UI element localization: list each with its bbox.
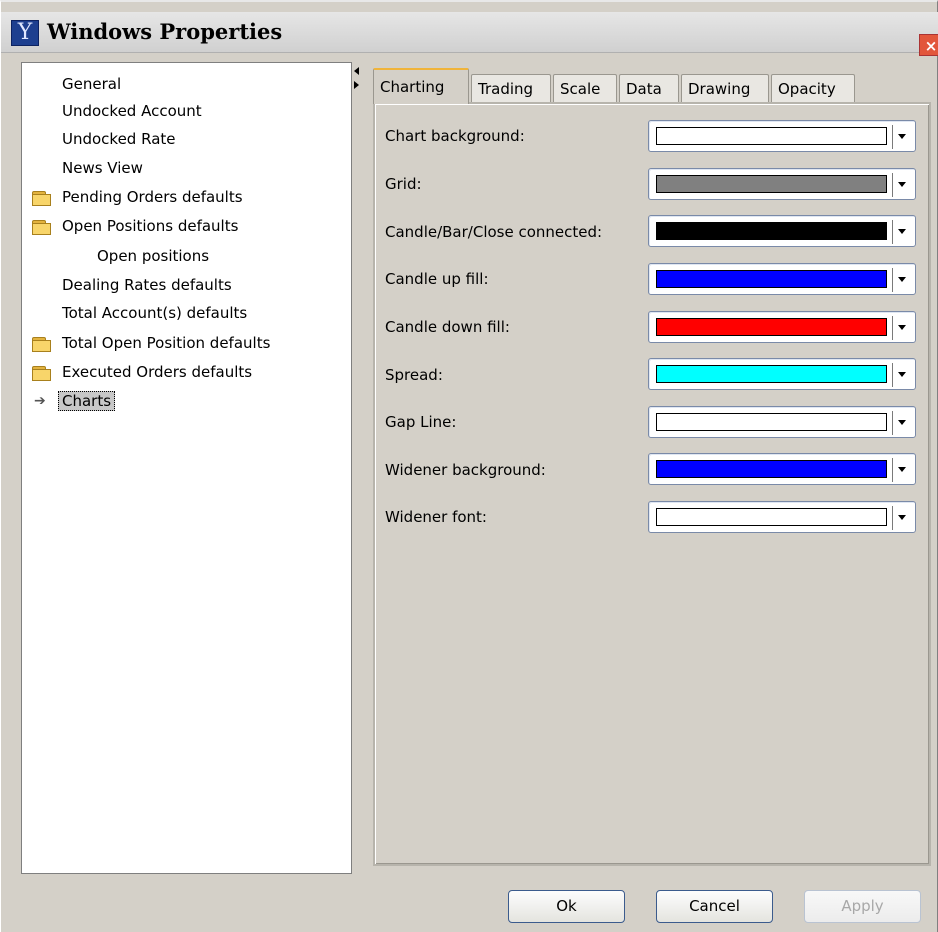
tree-item-undocked-rate[interactable]: Undocked Rate — [62, 127, 176, 151]
folder-icon — [32, 220, 51, 235]
tab-scale[interactable]: Scale — [553, 74, 617, 102]
tab-charting[interactable]: Charting — [373, 68, 469, 104]
arrow-right-icon: ➔ — [34, 393, 46, 409]
tree-item-label: Pending Orders defaults — [62, 188, 243, 206]
expand-right-icon — [354, 81, 359, 89]
collapse-left-icon — [354, 67, 359, 75]
color-swatch — [656, 270, 887, 288]
tab-drawing[interactable]: Drawing — [681, 74, 769, 102]
tree-item-label: Executed Orders defaults — [62, 363, 253, 381]
candle-down-fill-color-picker[interactable] — [648, 311, 916, 343]
chevron-down-icon — [898, 277, 906, 282]
tab-data[interactable]: Data — [619, 74, 679, 102]
folder-icon — [32, 191, 51, 206]
tab-opacity[interactable]: Opacity — [771, 74, 855, 102]
properties-window: Y Windows Properties × General Undocked … — [0, 0, 938, 932]
color-swatch — [656, 222, 887, 240]
tree-item-label: Charts — [58, 391, 116, 411]
tree-item-label: Open Positions defaults — [62, 217, 239, 235]
widener-background-label: Widener background: — [385, 461, 546, 479]
chevron-down-icon — [898, 134, 906, 139]
tree-item-label: Dealing Rates defaults — [62, 276, 232, 294]
tree-item-dealing-rates-defaults[interactable]: Dealing Rates defaults — [62, 273, 232, 297]
chevron-down-icon — [898, 325, 906, 330]
widener-font-color-picker[interactable] — [648, 501, 916, 533]
tree-item-label: General — [62, 75, 122, 93]
close-button[interactable]: × — [919, 34, 938, 56]
ok-button[interactable]: Ok — [508, 890, 625, 923]
color-swatch — [656, 127, 887, 145]
tree-item-label: Undocked Rate — [62, 130, 176, 148]
folder-icon — [32, 366, 51, 381]
tree-item-news-view[interactable]: News View — [62, 156, 143, 180]
candle-bar-close-connected-color-picker[interactable] — [648, 215, 916, 247]
tree-item-charts[interactable]: ➔ Charts — [34, 389, 116, 413]
chevron-down-icon — [898, 467, 906, 472]
app-logo-icon: Y — [11, 20, 39, 46]
tree-item-total-open-position-defaults[interactable]: Total Open Position defaults — [32, 331, 271, 355]
widener-font-label: Widener font: — [385, 508, 487, 526]
categories-tree: General Undocked Account Undocked Rate N… — [21, 62, 352, 874]
spread-label: Spread: — [385, 366, 443, 384]
tab-trading[interactable]: Trading — [471, 74, 551, 102]
candle-up-fill-label: Candle up fill: — [385, 270, 489, 288]
color-swatch — [656, 460, 887, 478]
title-bar[interactable]: Y Windows Properties × — [1, 12, 938, 56]
candle-bar-close-connected-label: Candle/Bar/Close connected: — [385, 223, 603, 241]
tree-item-undocked-account[interactable]: Undocked Account — [62, 99, 202, 123]
chevron-down-icon — [898, 515, 906, 520]
chevron-down-icon — [898, 229, 906, 234]
tree-item-pending-orders-defaults[interactable]: Pending Orders defaults — [32, 185, 243, 209]
tree-item-label: Total Account(s) defaults — [62, 304, 248, 322]
widener-background-color-picker[interactable] — [648, 453, 916, 485]
cancel-button[interactable]: Cancel — [656, 890, 773, 923]
chevron-down-icon — [898, 182, 906, 187]
spread-color-picker[interactable] — [648, 358, 916, 390]
chart-background-label: Chart background: — [385, 127, 525, 145]
grid-label: Grid: — [385, 175, 422, 193]
folder-icon — [32, 337, 51, 352]
gap-line-label: Gap Line: — [385, 413, 457, 431]
color-swatch — [656, 318, 887, 336]
candle-up-fill-color-picker[interactable] — [648, 263, 916, 295]
chevron-down-icon — [898, 420, 906, 425]
tree-item-general[interactable]: General — [62, 72, 121, 96]
splitter-handle[interactable] — [354, 67, 360, 97]
color-swatch — [656, 175, 887, 193]
tree-item-label: Total Open Position defaults — [62, 334, 271, 352]
tree-item-label: Undocked Account — [62, 102, 202, 120]
tree-item-total-accounts-defaults[interactable]: Total Account(s) defaults — [62, 301, 247, 325]
tree-item-label: Open positions — [97, 247, 210, 265]
color-swatch — [656, 365, 887, 383]
candle-down-fill-label: Candle down fill: — [385, 318, 510, 336]
gap-line-color-picker[interactable] — [648, 406, 916, 438]
chart-background-color-picker[interactable] — [648, 120, 916, 152]
tree-item-open-positions[interactable]: Open positions — [97, 244, 209, 268]
tree-item-open-positions-defaults[interactable]: Open Positions defaults — [32, 214, 239, 238]
grid-color-picker[interactable] — [648, 168, 916, 200]
apply-button[interactable]: Apply — [804, 890, 921, 923]
tree-item-executed-orders-defaults[interactable]: Executed Orders defaults — [32, 360, 253, 384]
color-swatch — [656, 413, 887, 431]
window-title: Windows Properties — [47, 19, 283, 44]
color-swatch — [656, 508, 887, 526]
chevron-down-icon — [898, 372, 906, 377]
tree-item-label: News View — [62, 159, 143, 177]
